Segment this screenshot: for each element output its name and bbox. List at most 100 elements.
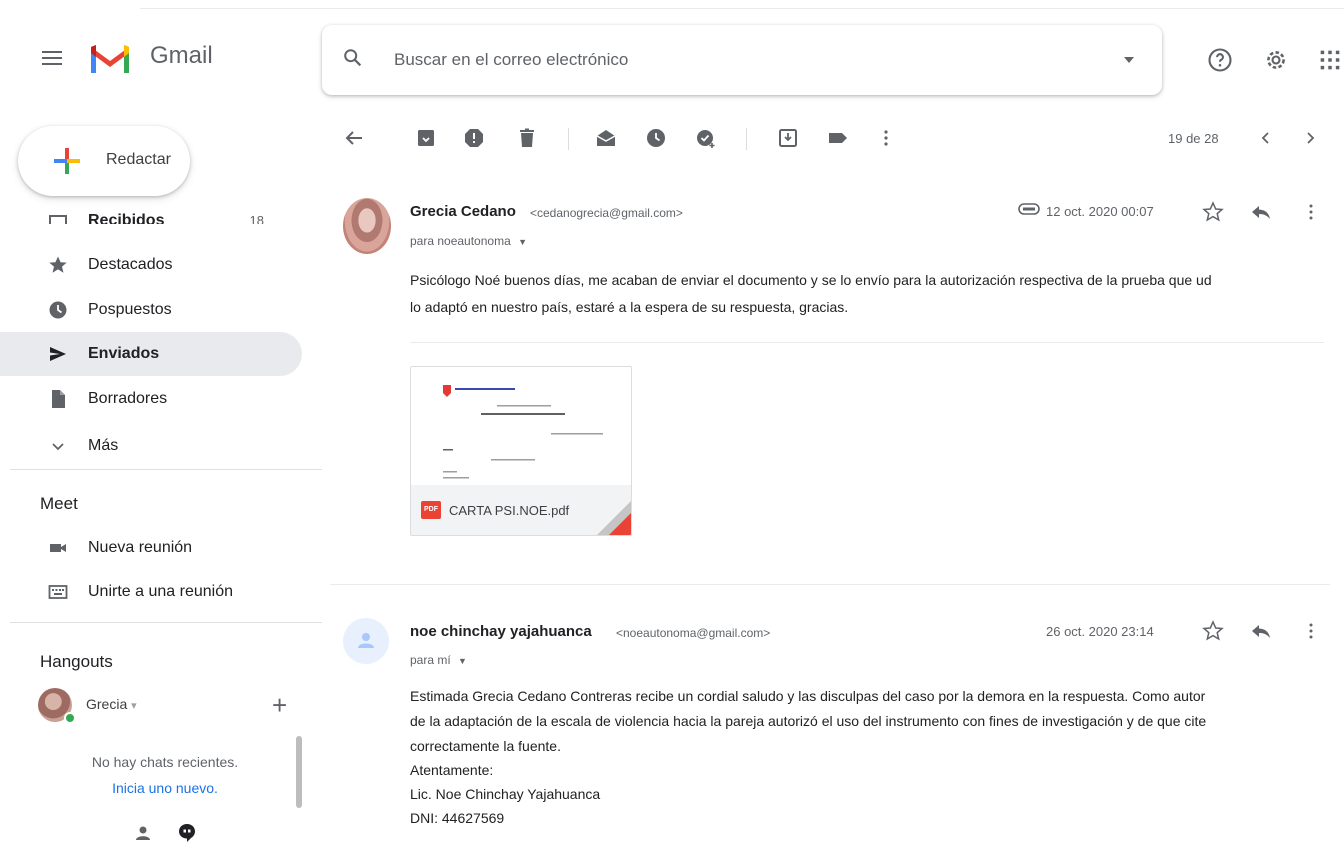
attachment-indicator-icon: [1018, 203, 1040, 215]
search-options-icon[interactable]: [1124, 57, 1134, 63]
compose-label: Redactar: [106, 151, 171, 168]
apps-grid-icon[interactable]: [1316, 46, 1344, 74]
video-camera-icon: [50, 544, 66, 552]
sidebar-item-sent[interactable]: Enviados: [0, 332, 302, 376]
clock-icon: [49, 301, 67, 319]
sidebar-item-label: Recibidos: [88, 212, 165, 224]
add-to-tasks-icon[interactable]: [694, 126, 718, 150]
message-body-line: Atentamente:: [410, 762, 494, 778]
more-options-icon[interactable]: [1300, 620, 1322, 642]
sidebar-item-snoozed[interactable]: Pospuestos: [0, 288, 302, 332]
hangouts-scrollbar[interactable]: [296, 736, 302, 808]
sidebar-item-label: Borradores: [88, 390, 168, 407]
archive-icon[interactable]: [414, 126, 438, 150]
sender-avatar[interactable]: [343, 618, 389, 664]
attachment-filename: CARTA PSI.NOE.pdf: [449, 503, 570, 518]
sender-email: <cedanogrecia@gmail.com>: [530, 206, 683, 220]
send-icon: [50, 347, 66, 361]
chevron-right-icon[interactable]: [1300, 128, 1320, 148]
sidebar-item-more[interactable]: Más: [0, 424, 302, 468]
draft-file-icon: [52, 390, 65, 408]
recipient-label: para noeautonoma: [410, 234, 511, 248]
meet-section-title: Meet: [40, 494, 78, 513]
toolbar-divider: [568, 128, 569, 150]
inbox-count: 18: [249, 213, 264, 224]
more-options-icon[interactable]: [1300, 201, 1322, 223]
attachment-footer[interactable]: PDF CARTA PSI.NOE.pdf: [411, 485, 631, 535]
sidebar-divider: [10, 622, 322, 623]
main-menu-icon[interactable]: [40, 47, 64, 71]
pdf-file-icon: PDF: [421, 501, 441, 519]
compose-plus-icon: [54, 148, 80, 174]
gmail-logo-text: Gmail: [150, 42, 213, 69]
reply-icon[interactable]: [1250, 201, 1272, 223]
message-body-line: Psicólogo Noé buenos días, me acaban de …: [410, 272, 1212, 288]
hangouts-user-label: Grecia: [86, 696, 128, 712]
no-chats-text: No hay chats recientes.: [91, 754, 239, 770]
start-new-chat-link[interactable]: Inicia uno nuevo.: [40, 780, 290, 796]
chevron-down-icon: [52, 443, 64, 451]
back-arrow-icon[interactable]: [342, 126, 366, 150]
sender-avatar[interactable]: [343, 198, 391, 254]
meet-item-label: Nueva reunión: [88, 539, 193, 556]
recipient-line[interactable]: para noeautonoma ▼: [410, 234, 527, 248]
new-chat-plus-icon[interactable]: +: [272, 690, 287, 721]
recipient-line[interactable]: para mí ▼: [410, 653, 467, 667]
inbox-icon: [49, 215, 67, 224]
message-body-line: correctamente la fuente.: [410, 738, 561, 754]
star-outline-icon[interactable]: [1202, 620, 1224, 642]
star-outline-icon[interactable]: [1202, 201, 1224, 223]
online-status-dot: [64, 712, 76, 724]
snooze-clock-icon[interactable]: [644, 126, 668, 150]
delete-trash-icon[interactable]: [515, 126, 539, 150]
more-options-icon[interactable]: [874, 126, 898, 150]
sidebar-divider: [10, 469, 322, 470]
report-spam-icon[interactable]: [462, 126, 486, 150]
attachment-preview-thumbnail: [411, 367, 631, 485]
search-input[interactable]: Buscar en el correo electrónico: [394, 50, 628, 70]
chevron-left-icon[interactable]: [1256, 128, 1276, 148]
label-tag-icon[interactable]: [826, 126, 850, 150]
message-date: 12 oct. 2020 00:07: [1046, 204, 1154, 219]
meet-item-label: Unirte a una reunión: [88, 583, 233, 600]
hangouts-chat-icon[interactable]: [176, 822, 198, 844]
header: Gmail Buscar en el correo electrónico: [0, 20, 1344, 104]
toolbar-divider: [746, 128, 747, 150]
keyboard-icon: [48, 585, 68, 599]
message-body-line: de la adaptación de la escala de violenc…: [410, 713, 1207, 729]
message-body-line: Lic. Noe Chinchay Yajahuanca: [410, 786, 601, 802]
recipient-details-icon[interactable]: ▼: [518, 237, 527, 247]
attachment-card[interactable]: PDF CARTA PSI.NOE.pdf: [410, 366, 632, 536]
settings-gear-icon[interactable]: [1262, 46, 1290, 74]
message-date: 26 oct. 2020 23:14: [1046, 624, 1154, 639]
contacts-person-icon[interactable]: [132, 822, 154, 844]
star-icon: [49, 256, 67, 273]
search-icon[interactable]: [342, 47, 364, 69]
reply-icon[interactable]: [1250, 620, 1272, 642]
recipient-label: para mí: [410, 653, 451, 667]
pdf-corner-decoration: [607, 513, 631, 535]
mark-unread-icon[interactable]: [594, 126, 618, 150]
search-bar[interactable]: Buscar en el correo electrónico: [322, 25, 1162, 95]
meet-join-meeting[interactable]: Unirte a una reunión: [0, 570, 302, 614]
help-icon[interactable]: [1206, 46, 1234, 74]
message-divider: [330, 584, 1330, 585]
sidebar-item-inbox[interactable]: Recibidos 18: [0, 198, 302, 224]
meet-new-meeting[interactable]: Nueva reunión: [0, 526, 302, 570]
sidebar-item-label: Enviados: [88, 345, 160, 362]
sidebar-item-label: Destacados: [88, 256, 173, 273]
default-person-icon: [358, 633, 374, 648]
hangouts-user-name[interactable]: Grecia ▾: [86, 696, 137, 712]
compose-button[interactable]: Redactar: [18, 126, 190, 196]
gmail-logo-icon[interactable]: [88, 41, 132, 75]
message-body-line: Estimada Grecia Cedano Contreras recibe …: [410, 688, 1206, 704]
user-menu-caret-icon[interactable]: ▾: [131, 700, 137, 712]
attachments-divider: [410, 342, 1324, 343]
sender-email: <noeautonoma@gmail.com>: [616, 626, 771, 640]
hangouts-section-title: Hangouts: [40, 652, 113, 671]
pagination-count: 19 de 28: [1168, 131, 1219, 146]
sidebar-item-drafts[interactable]: Borradores: [0, 377, 302, 421]
sidebar-item-starred[interactable]: Destacados: [0, 243, 302, 287]
move-to-icon[interactable]: [776, 126, 800, 150]
recipient-details-icon[interactable]: ▼: [458, 656, 467, 666]
